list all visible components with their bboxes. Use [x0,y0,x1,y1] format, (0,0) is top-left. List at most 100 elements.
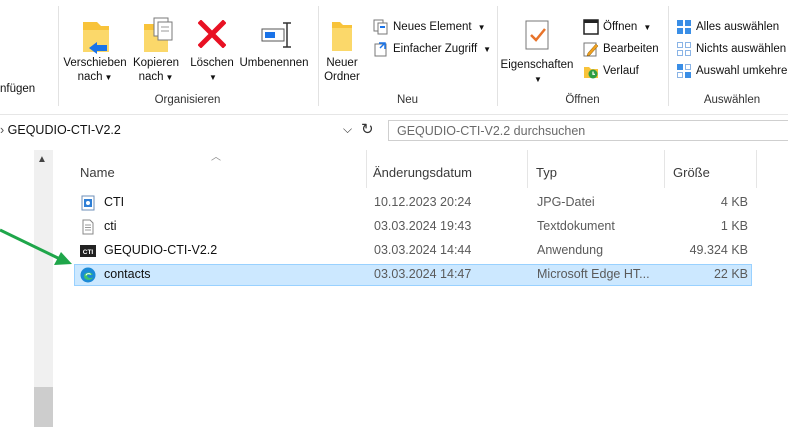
select-all-icon [677,20,691,34]
file-size: 1 KB [720,219,748,233]
file-row-selected[interactable]: contacts 03.03.2024 14:47 Microsoft Edge… [74,264,752,286]
file-type: Microsoft Edge HT... [537,267,650,281]
search-input[interactable]: GEQUDIO-CTI-V2.2 durchsuchen [388,120,788,141]
move-to-button[interactable]: Verschieben nach ▼ [62,8,128,92]
file-name: CTI [104,195,125,209]
group-label-open: Öffnen [565,94,600,106]
file-name: GEQUDIO-CTI-V2.2 [104,243,218,257]
file-name: contacts [104,267,151,281]
new-folder-label: Neuer [326,57,358,69]
file-type: Anwendung [537,243,604,257]
history-label: Verlauf [603,65,639,77]
delete-label: Löschen [190,57,234,69]
select-all-button[interactable]: Alles auswählen [676,19,779,35]
file-date: 03.03.2024 14:47 [374,267,472,281]
chevron-down-icon: ▼ [643,22,652,32]
column-header-date[interactable]: Änderungsdatum [373,165,472,180]
move-to-icon [83,22,109,54]
copy-to-sub-label: nach [138,71,164,83]
new-item-label: Neues Element [393,21,472,33]
edit-label: Bearbeiten [603,43,659,55]
navigation-pane-scrollbar[interactable]: ▲ [34,150,53,427]
new-folder-icon [332,22,352,51]
refresh-button[interactable]: ↻ [361,120,374,138]
chevron-down-icon: ▼ [165,73,174,82]
properties-button[interactable]: Eigenschaften ▼ [499,8,575,92]
group-label-organize: Organisieren [154,94,221,106]
open-button[interactable]: Öffnen ▼ [583,19,651,35]
chevron-down-icon: ▼ [209,73,217,82]
edge-html-icon [80,267,96,283]
group-separator [318,6,319,106]
column-header-name[interactable]: Name [80,165,115,180]
rename-icon [261,22,291,48]
new-item-icon [373,19,388,35]
delete-button[interactable]: Löschen ▼ [187,8,237,92]
file-size: 4 KB [720,195,748,209]
edit-icon [583,42,599,57]
file-size: 49.324 KB [689,243,748,257]
copy-to-button[interactable]: Kopieren nach ▼ [130,8,182,92]
properties-icon [525,20,549,50]
file-date: 03.03.2024 14:44 [374,243,472,257]
column-header-size[interactable]: Größe [673,165,710,180]
refresh-icon: ↻ [361,121,374,138]
rename-label: Umbenennen [239,57,309,69]
search-placeholder: GEQUDIO-CTI-V2.2 durchsuchen [397,124,586,138]
select-none-button[interactable]: Nichts auswählen [676,41,786,57]
address-bar-row: › GEQUDIO-CTI-V2.2 ⌵ ↻ GEQUDIO-CTI-V2.2 … [0,117,788,145]
chevron-down-icon: ⌵ [343,122,353,136]
copy-to-label: Kopieren [132,57,180,69]
column-divider[interactable] [756,150,757,188]
properties-label: Eigenschaften [500,59,574,71]
file-date: 03.03.2024 19:43 [374,219,472,233]
new-folder-button[interactable]: Neuer Ordner [320,8,364,92]
new-item-button[interactable]: Neues Element ▼ [373,19,486,35]
copy-to-icon [144,17,173,52]
invert-selection-button[interactable]: Auswahl umkehre [676,63,787,79]
edit-button[interactable]: Bearbeiten [583,41,659,57]
column-divider[interactable] [366,150,367,188]
file-row[interactable]: CTI 10.12.2023 20:24 JPG-Datei 4 KB [74,192,752,214]
chevron-down-icon: ▼ [483,44,492,54]
history-button[interactable]: Verlauf [583,63,639,79]
group-separator [58,6,59,106]
breadcrumb-chevron-icon: › [0,123,8,137]
move-to-label: Verschieben [63,57,127,69]
chevron-down-icon: ▼ [477,22,486,32]
new-folder-sub-label: Ordner [324,71,360,83]
paste-button-label: nfügen [0,83,36,95]
delete-x-icon [198,20,226,48]
invert-selection-icon [677,64,691,78]
application-icon: CTI [80,245,96,257]
rename-button[interactable]: Umbenennen [236,8,312,92]
column-header-type[interactable]: Typ [536,165,557,180]
group-separator [668,6,669,106]
column-divider[interactable] [527,150,528,188]
sort-ascending-icon: ︿ [211,152,221,163]
easy-access-icon [374,42,387,57]
file-name: cti [104,219,117,233]
file-row[interactable]: cti 03.03.2024 19:43 Textdokument 1 KB [74,216,752,238]
select-none-icon [677,42,691,56]
scroll-up-icon[interactable]: ▲ [37,154,47,165]
breadcrumb[interactable]: › GEQUDIO-CTI-V2.2 [0,123,121,137]
chevron-down-icon: ▼ [534,75,542,84]
file-row[interactable]: CTI GEQUDIO-CTI-V2.2 03.03.2024 14:44 An… [74,240,752,262]
easy-access-button[interactable]: Einfacher Zugriff ▼ [373,41,491,57]
breadcrumb-folder: GEQUDIO-CTI-V2.2 [7,123,121,137]
group-separator [497,6,498,106]
group-label-select: Auswählen [703,94,761,106]
file-date: 10.12.2023 20:24 [374,195,472,209]
file-type: Textdokument [537,219,615,233]
invert-selection-label: Auswahl umkehre [696,65,788,77]
scrollbar-thumb[interactable] [34,387,53,427]
move-to-sub-label: nach [77,71,103,83]
svg-text:CTI: CTI [83,249,94,256]
history-icon [584,67,598,79]
ribbon: nfügen Verschieben nach ▼ Kopieren nach ▼ [0,0,788,115]
column-divider[interactable] [664,150,665,188]
address-history-dropdown[interactable]: ⌵ [343,122,352,137]
select-none-label: Nichts auswählen [696,43,787,55]
chevron-down-icon: ▼ [104,73,113,82]
